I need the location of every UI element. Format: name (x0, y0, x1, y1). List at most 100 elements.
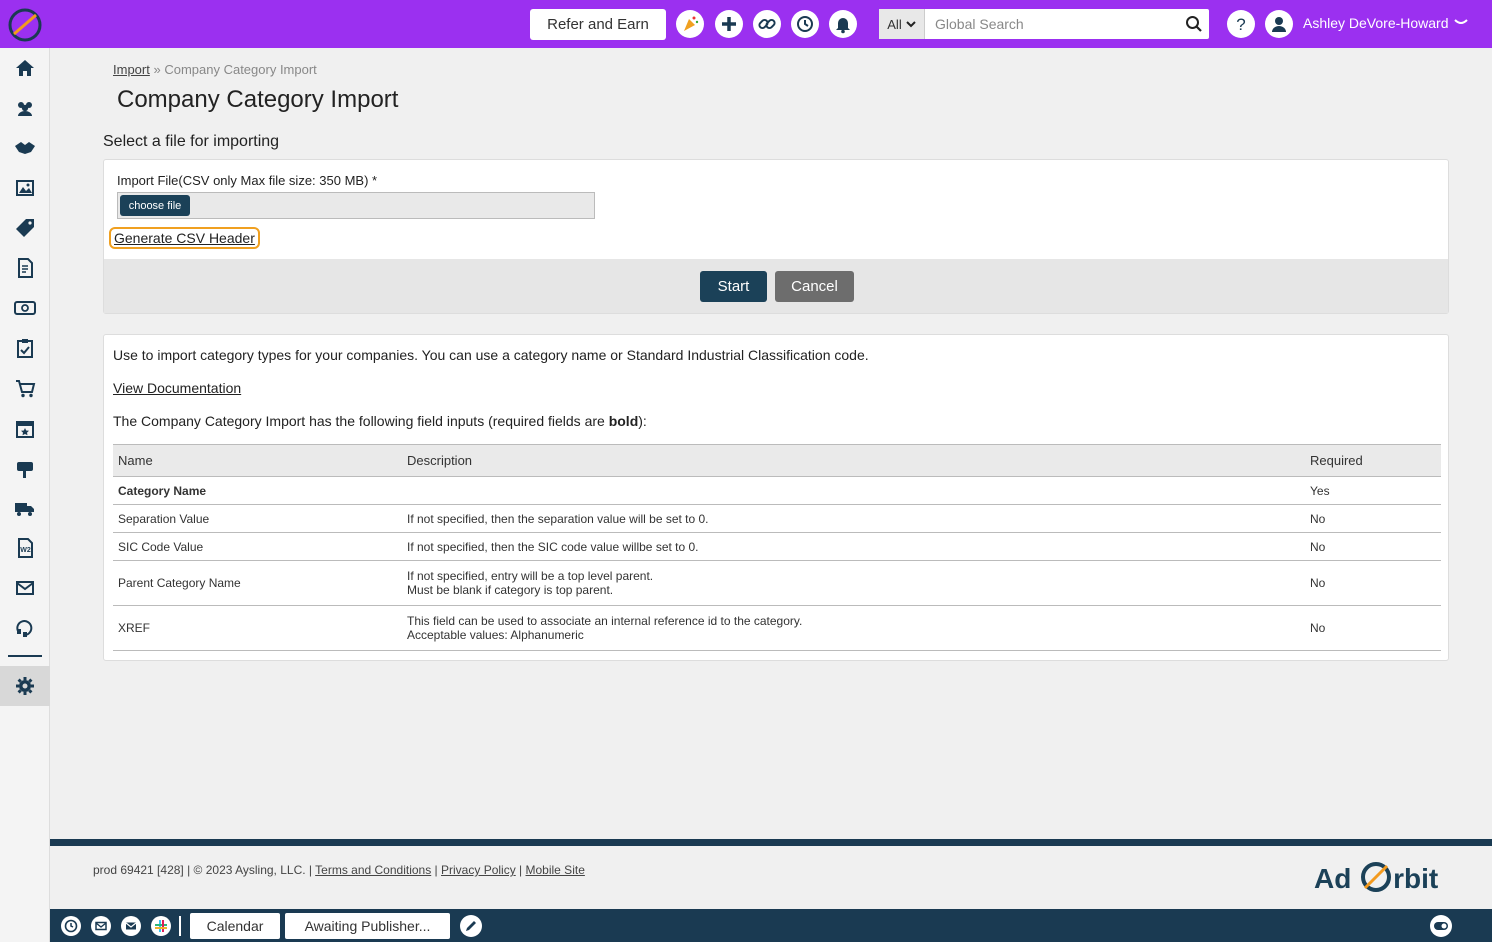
bottom-divider (179, 916, 181, 936)
support-icon[interactable] (0, 608, 50, 648)
deals-icon[interactable] (0, 128, 50, 168)
table-row: Parent Category Name If not specified, e… (113, 560, 1441, 606)
table-row: SIC Code Value If not specified, then th… (113, 532, 1441, 561)
upload-actions: Start Cancel (104, 259, 1448, 313)
upload-card: Import File(CSV only Max file size: 350 … (103, 159, 1449, 314)
adorbit-logo: Ad rbit (1314, 860, 1438, 895)
user-icon[interactable] (1265, 10, 1293, 38)
cell-required: No (1305, 560, 1441, 606)
info-card: Use to import category types for your co… (103, 334, 1449, 661)
brand-left: Ad (1314, 863, 1352, 894)
bell-icon[interactable] (829, 10, 857, 38)
tag-icon[interactable] (0, 208, 50, 248)
description-line: If not specified, entry will be a top le… (407, 569, 654, 583)
column-header-description: Description (402, 444, 1305, 477)
breadcrumb-import-link[interactable]: Import (113, 62, 150, 77)
media-icon[interactable] (0, 168, 50, 208)
description-line: Acceptable values: Alphanumeric (407, 628, 584, 642)
fields-intro: The Company Category Import has the foll… (113, 413, 647, 429)
file-input[interactable]: choose file (117, 192, 595, 219)
global-search: All (879, 9, 1209, 39)
top-bar: Refer and Earn All ? Ashley DeVore-Howar… (0, 0, 1492, 48)
description-line: This field can be used to associate an i… (407, 614, 803, 628)
sidebar-divider (8, 655, 42, 657)
breadcrumb-current: Company Category Import (164, 62, 317, 77)
gear-icon[interactable] (0, 666, 50, 706)
clock-icon[interactable] (61, 916, 81, 936)
search-scope-select[interactable]: All (879, 9, 925, 39)
generate-csv-header-link[interactable]: Generate CSV Header (109, 227, 260, 249)
invoice-icon[interactable] (0, 248, 50, 288)
inbox-icon[interactable] (121, 916, 141, 936)
fields-intro-bold: bold (608, 413, 639, 429)
cell-description: If not specified, entry will be a top le… (402, 560, 1305, 606)
w2-icon[interactable]: W2 (0, 528, 50, 568)
search-input[interactable] (925, 9, 1179, 39)
breadcrumb: Import » Company Category Import (113, 62, 317, 77)
cell-name: Separation Value (113, 504, 402, 533)
sidebar: W2 (0, 48, 50, 942)
mail-icon[interactable] (0, 568, 50, 608)
cancel-button[interactable]: Cancel (775, 271, 854, 302)
svg-text:W2: W2 (20, 547, 31, 554)
fields-intro-pre: The Company Category Import has the foll… (113, 413, 609, 429)
import-description: Use to import category types for your co… (113, 347, 869, 363)
plus-icon[interactable] (715, 10, 743, 38)
cell-description: If not specified, then the SIC code valu… (402, 532, 1305, 561)
edit-icon[interactable] (460, 915, 482, 937)
privacy-link[interactable]: Privacy Policy (441, 863, 516, 877)
cell-required: No (1305, 532, 1441, 561)
home-icon[interactable] (0, 48, 50, 88)
link-icon[interactable] (753, 10, 781, 38)
user-menu-chevron-icon[interactable] (1454, 19, 1468, 27)
section-title: Select a file for importing (103, 133, 280, 150)
help-icon[interactable]: ? (1227, 10, 1255, 38)
fields-table: Name Description Required Category Name … (113, 444, 1441, 651)
refer-and-earn-button[interactable]: Refer and Earn (530, 9, 666, 40)
user-name[interactable]: Ashley DeVore-Howard (1303, 15, 1449, 31)
cell-description: If not specified, then the separation va… (402, 504, 1305, 533)
search-scope-value: All (887, 16, 902, 32)
search-icon[interactable] (1179, 9, 1209, 39)
start-button[interactable]: Start (700, 271, 767, 302)
choose-file-button[interactable]: choose file (120, 195, 190, 216)
bottom-bar: Calendar Awaiting Publisher... (50, 909, 1492, 942)
build-info: prod 69421 [428] (93, 863, 184, 877)
cell-required: No (1305, 504, 1441, 533)
awaiting-publisher-tab[interactable]: Awaiting Publisher... (285, 913, 450, 939)
cell-description (402, 476, 1305, 505)
description-line: Must be blank if category is top parent. (407, 583, 614, 597)
cart-icon[interactable] (0, 368, 50, 408)
breadcrumb-separator: » (153, 62, 161, 77)
table-row: Category Name Yes (113, 476, 1441, 505)
mailbox-icon[interactable] (0, 448, 50, 488)
calendar-icon[interactable] (0, 408, 50, 448)
mobile-site-link[interactable]: Mobile Site (526, 863, 585, 877)
column-header-required: Required (1305, 444, 1441, 477)
truck-icon[interactable] (0, 488, 50, 528)
logo-icon[interactable] (7, 7, 43, 43)
chevron-down-icon (906, 21, 916, 28)
fields-intro-post: ): (638, 413, 647, 429)
tasks-icon[interactable] (0, 328, 50, 368)
svg-text:?: ? (1236, 15, 1245, 34)
table-header-row: Name Description Required (113, 444, 1441, 477)
party-icon[interactable] (676, 10, 704, 38)
slack-icon[interactable] (151, 916, 171, 936)
history-icon[interactable] (791, 10, 819, 38)
view-documentation-link[interactable]: View Documentation (113, 380, 241, 396)
money-icon[interactable] (0, 288, 50, 328)
column-header-name: Name (113, 444, 402, 477)
orbit-logo-icon (1361, 862, 1392, 892)
cell-required: No (1305, 605, 1441, 651)
footer-text: prod 69421 [428] | © 2023 Aysling, LLC. … (93, 863, 585, 877)
page-title: Company Category Import (117, 86, 399, 113)
table-row: Separation Value If not specified, then … (113, 504, 1441, 533)
email-icon[interactable] (91, 916, 111, 936)
calendar-tab[interactable]: Calendar (190, 913, 280, 939)
contacts-icon[interactable] (0, 88, 50, 128)
toggle-icon[interactable] (1430, 915, 1452, 937)
cell-name: SIC Code Value (113, 532, 402, 561)
terms-link[interactable]: Terms and Conditions (315, 863, 431, 877)
import-file-label: Import File(CSV only Max file size: 350 … (117, 173, 378, 188)
